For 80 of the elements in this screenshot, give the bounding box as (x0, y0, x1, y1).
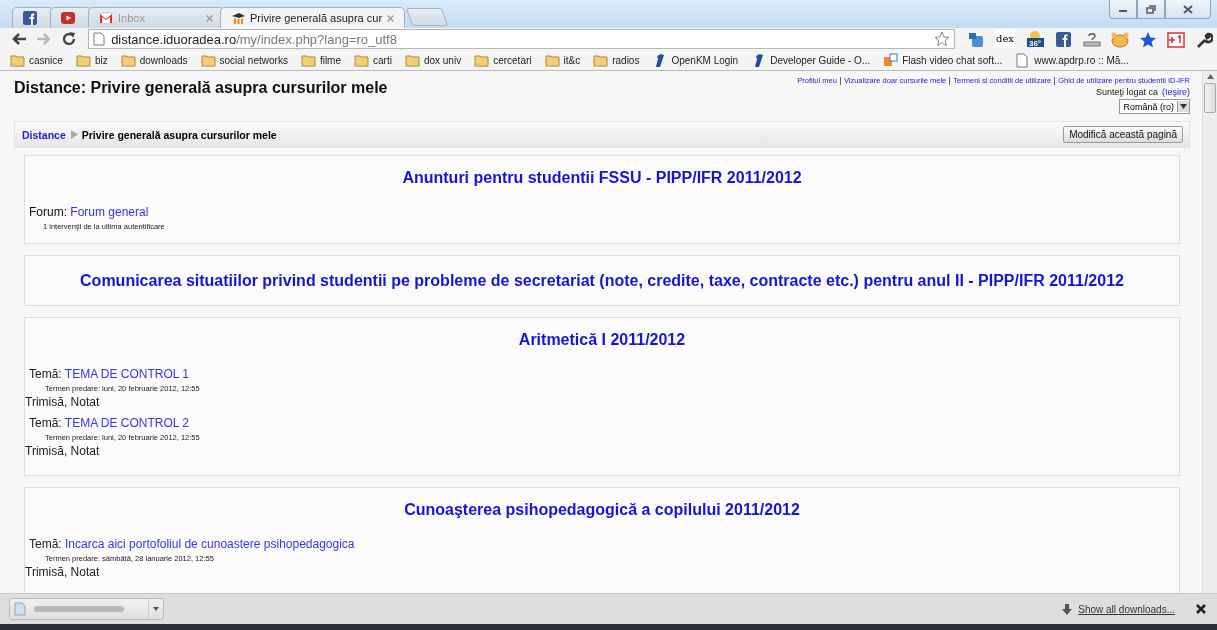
breadcrumb-link[interactable]: Distance (22, 128, 66, 141)
close-icon (1183, 4, 1193, 14)
bookmark-folder[interactable]: radios (593, 52, 640, 68)
folder-icon (75, 52, 91, 68)
breadcrumb-arrow-icon (69, 130, 78, 139)
weather-button[interactable]: 36° (1025, 30, 1045, 48)
close-tab-icon[interactable] (387, 14, 395, 22)
browser-tab[interactable]: Privire generală asupra cur (220, 7, 406, 28)
course-title-link[interactable]: Aritmetică I 2011/2012 (25, 331, 1179, 349)
login-status-text: Sunteţi logat ca (1095, 87, 1158, 97)
dropdown-caret-icon (1180, 104, 1187, 109)
assignment-link[interactable]: TEMA DE CONTROL 1 (64, 367, 190, 381)
scrollbar-thumb[interactable] (1204, 83, 1216, 113)
course-title-link[interactable]: Comunicarea situatiilor privind studentii pe probleme de secretariat (note, credite, taxe, contracte etc.) pentru anul II - PIPP/IFR 2011/2012 (25, 272, 1179, 290)
plus-one-icon[interactable] (1167, 30, 1185, 48)
close-icon[interactable] (1195, 603, 1207, 615)
show-all-downloads-link[interactable]: Show all downloads... (1078, 603, 1175, 615)
assignment-link[interactable]: Incarca aici portofoliul de cunoastere psihopedagogica (65, 537, 355, 551)
caret-icon (153, 607, 159, 611)
bookmark[interactable]: OpenKM Login (652, 52, 739, 68)
wrench-icon[interactable] (1195, 30, 1213, 48)
youtube-icon (61, 11, 75, 25)
download-arrow-icon (1062, 603, 1073, 615)
submission-status: Trimisă, Notat (25, 565, 101, 580)
language-select[interactable]: Română (ro) (1119, 99, 1190, 114)
forum-link[interactable]: Forum general (70, 205, 149, 219)
folder-icon (474, 52, 490, 68)
translate-icon[interactable] (967, 30, 985, 48)
activity-type-label: Temă: (29, 416, 63, 430)
bookmark[interactable]: Flash video chat soft... (883, 52, 1003, 68)
activity-type-label: Temă: (29, 367, 63, 381)
folder-icon (354, 52, 369, 68)
page-icon (93, 32, 106, 46)
dictionary-button[interactable]: dex (995, 30, 1015, 48)
bookmark-folder[interactable]: biz (75, 52, 108, 68)
logout-link[interactable]: (Ieşire) (1162, 87, 1190, 97)
edit-page-button[interactable]: Modifică această pagină (1063, 126, 1183, 143)
folder-icon (10, 52, 25, 68)
folder-icon (404, 52, 420, 68)
submission-status: Trimisă, Notat (25, 395, 101, 410)
restore-button[interactable] (1137, 0, 1165, 19)
bookmark-folder[interactable]: cercetari (474, 52, 532, 68)
bookmark-star-icon[interactable] (934, 31, 950, 47)
course-title-link[interactable]: Cunoaşterea psihopedagogică a copilului 2011/2012 (25, 501, 1179, 519)
bookmark-folder[interactable]: downloads (120, 52, 188, 68)
star-icon[interactable] (1139, 30, 1157, 48)
page-title: Distance: Privire generală asupra cursurilor mele (14, 79, 388, 97)
bookmark-folder[interactable]: social networks (200, 52, 288, 68)
submission-status: Trimisă, Notat (25, 444, 101, 459)
weather-icon (1026, 30, 1044, 47)
facebook-icon[interactable] (1055, 30, 1073, 48)
graduation-cap-icon (231, 11, 245, 25)
face-icon[interactable] (1111, 30, 1129, 48)
activity-type-label: Temă: (29, 537, 63, 551)
restore-icon (1146, 4, 1156, 14)
bookmark-folder[interactable]: casnice (10, 52, 63, 68)
mail-icon (99, 11, 113, 25)
assignment-link[interactable]: TEMA DE CONTROL 2 (64, 416, 190, 430)
bookmark-folder[interactable]: filme (300, 52, 341, 68)
file-icon (14, 602, 26, 616)
folder-icon (593, 52, 609, 68)
folder-icon (300, 52, 316, 68)
bookmark-folder[interactable]: carti (354, 52, 392, 68)
help-icon[interactable] (1083, 30, 1101, 48)
folder-icon (200, 52, 216, 68)
breadcrumb-current: Privire generală asupra cursurilor mele (81, 128, 277, 141)
address-bar[interactable]: distance.iduoradea.ro/my/index.php?lang=ro_utf8 (88, 29, 955, 49)
facebook-icon (23, 11, 37, 25)
bookmark-folder[interactable]: dox univ (404, 52, 462, 68)
course-title-link[interactable]: Anunturi pentru studentii FSSU - PIPP/IFR 2011/2012 (25, 169, 1179, 187)
url-text: distance.iduoradea.ro/my/index.php?lang=ro_utf8 (111, 31, 397, 47)
bookmark-folder[interactable]: it&c (544, 52, 581, 68)
folder-icon (544, 52, 560, 68)
scroll-up-icon (1206, 74, 1214, 79)
close-window-button[interactable] (1165, 0, 1211, 19)
minimize-button[interactable] (1109, 0, 1137, 19)
bookmark[interactable]: www.apdrp.ro :: Mă... (1015, 52, 1129, 68)
bookmark[interactable]: Developer Guide - O... (751, 52, 871, 68)
folder-icon (120, 52, 136, 68)
activity-type-label: Forum: (29, 205, 68, 219)
